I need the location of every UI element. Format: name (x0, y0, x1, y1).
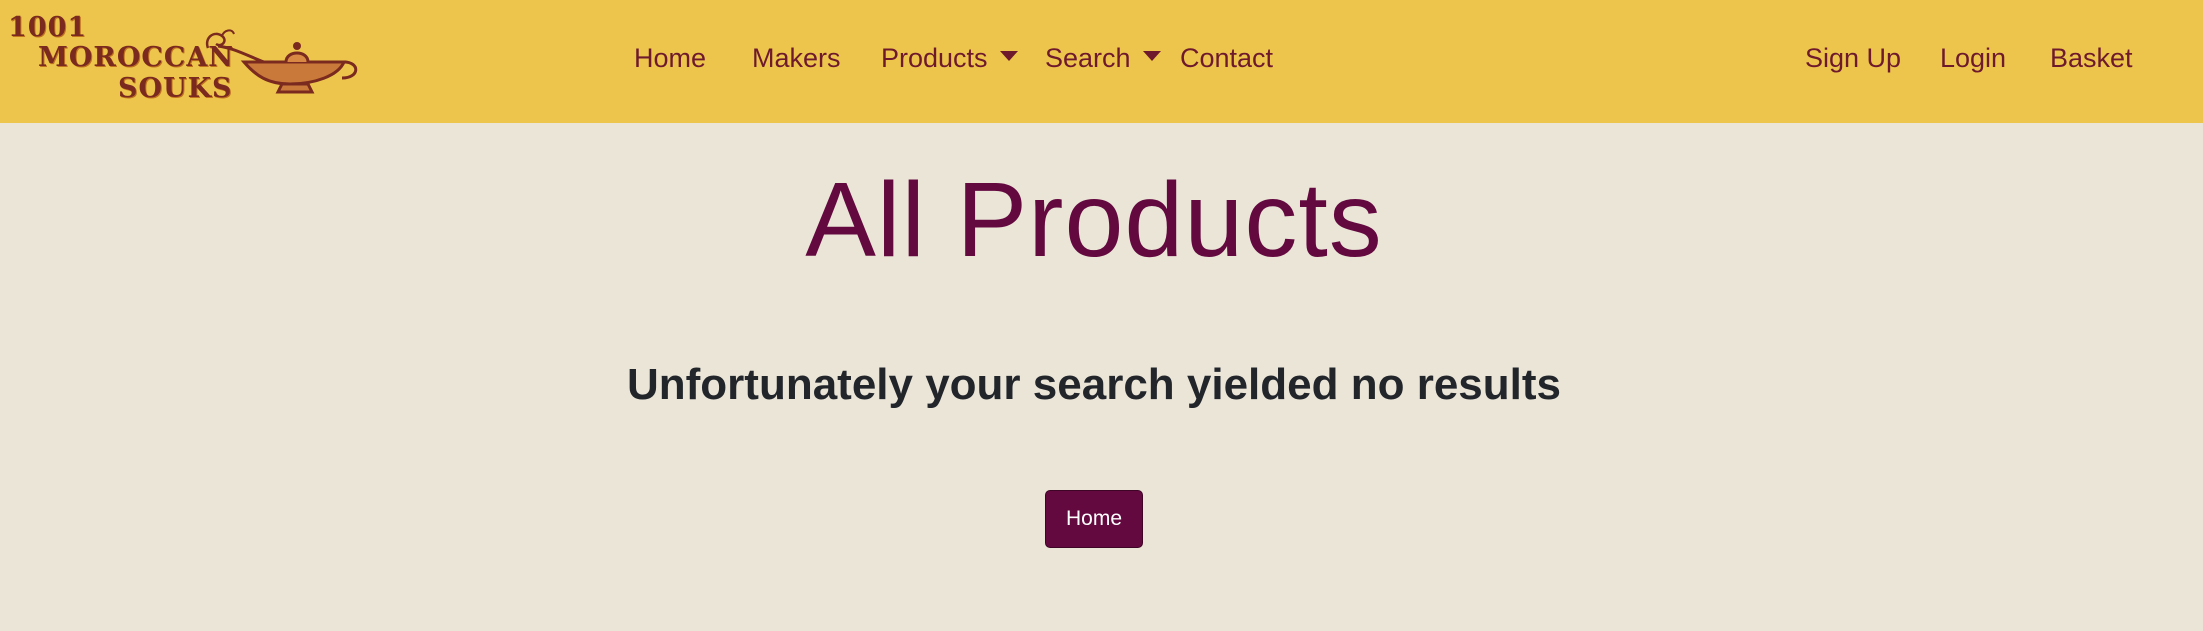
oil-lamp-icon (205, 29, 358, 94)
nav-contact[interactable]: Contact (1180, 38, 1273, 78)
caret-down-icon (999, 50, 1018, 61)
nav-login[interactable]: Login (1940, 38, 2006, 78)
caret-down-icon (1142, 50, 1161, 61)
nav-products-label: Products (881, 43, 988, 73)
navbar: 1001 MOROCCAN SOUKS Home Makers Products… (0, 0, 2203, 123)
brand-line-1: 1001 (8, 12, 88, 43)
nav-search-dropdown[interactable]: Search (1045, 38, 1161, 78)
brand-logo[interactable]: 1001 MOROCCAN SOUKS (4, 8, 360, 108)
page-title: All Products (805, 161, 1383, 279)
nav-makers[interactable]: Makers (752, 38, 841, 78)
nav-basket[interactable]: Basket (2050, 38, 2133, 78)
no-results-message: Unfortunately your search yielded no res… (626, 360, 1561, 409)
nav-search-label: Search (1045, 43, 1131, 73)
nav-signup[interactable]: Sign Up (1805, 38, 1901, 78)
nav-products-dropdown[interactable]: Products (881, 38, 1018, 78)
nav-home[interactable]: Home (634, 38, 706, 78)
home-button[interactable]: Home (1045, 490, 1143, 548)
